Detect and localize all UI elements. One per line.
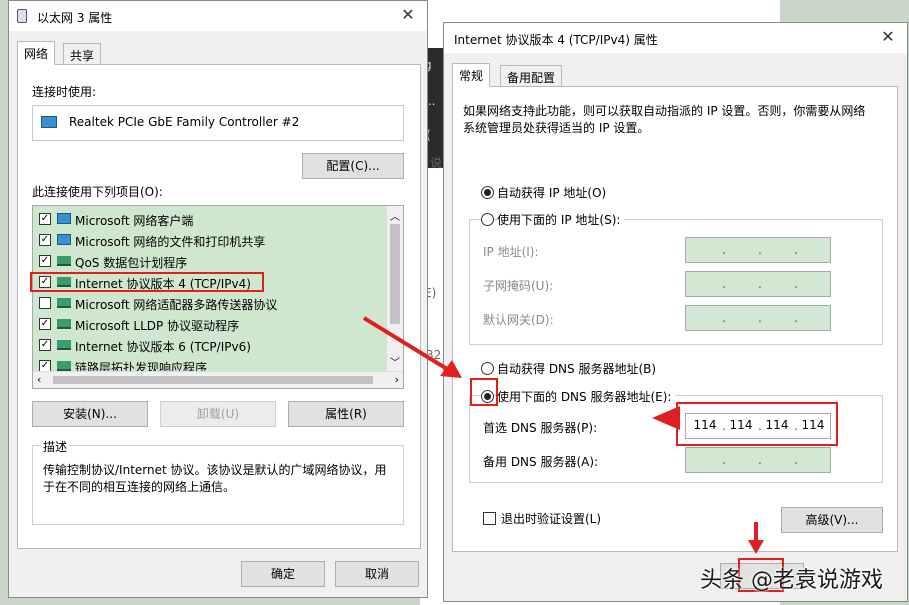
arrow-to-preferred-dns bbox=[652, 406, 680, 430]
arrow-to-ok bbox=[748, 522, 764, 554]
watermark: 头条 @老袁说游戏 bbox=[700, 568, 883, 593]
tab-general[interactable]: 常规 bbox=[452, 63, 491, 87]
annotation-arrows bbox=[362, 316, 764, 554]
arrow-to-dns-radio bbox=[362, 316, 462, 378]
tab-network[interactable]: 网络 bbox=[17, 41, 56, 65]
